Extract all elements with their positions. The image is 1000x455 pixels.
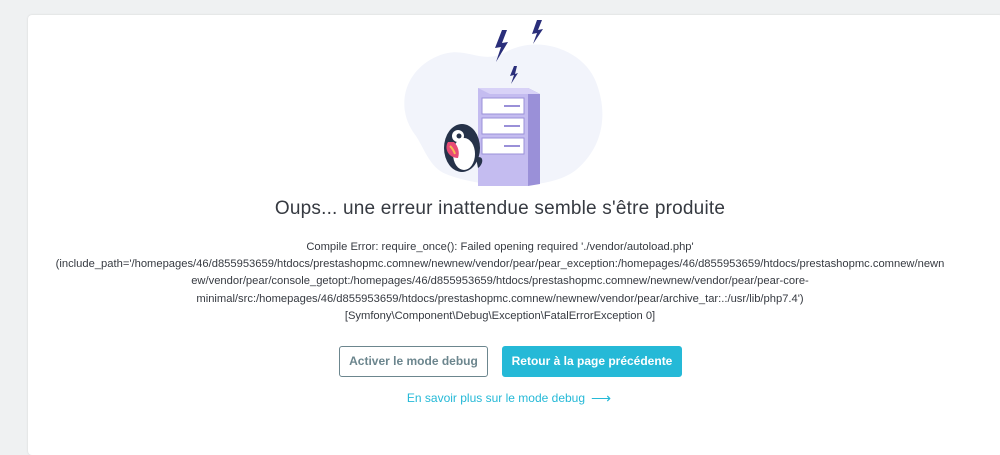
error-line: ew/vendor/pear/console_getopt:/homepages…: [191, 275, 809, 288]
error-line: (include_path='/homepages/46/d855953659/…: [55, 258, 945, 271]
error-line: Compile Error: require_once(): Failed op…: [306, 241, 694, 253]
error-line: minimal/src:/homepages/46/d855953659/htd…: [196, 292, 804, 305]
server-icon: [478, 88, 540, 186]
page-title: Oups... une erreur inattendue semble s'ê…: [274, 198, 726, 219]
error-line: [Symfony\Component\Debug\Exception\Fatal…: [344, 309, 656, 322]
back-to-previous-page-button[interactable]: Retour à la page précédente: [502, 346, 682, 377]
error-message: Compile Error: require_once(): Failed op…: [30, 239, 970, 325]
arrow-right-icon: ⟶: [591, 390, 612, 406]
enable-debug-button[interactable]: Activer le mode debug: [339, 346, 488, 377]
learn-more-debug-link[interactable]: En savoir plus sur le mode debug ⟶: [0, 390, 1000, 407]
learn-more-debug-link-label: En savoir plus sur le mode debug: [406, 391, 586, 405]
server-error-illustration: [404, 20, 603, 186]
